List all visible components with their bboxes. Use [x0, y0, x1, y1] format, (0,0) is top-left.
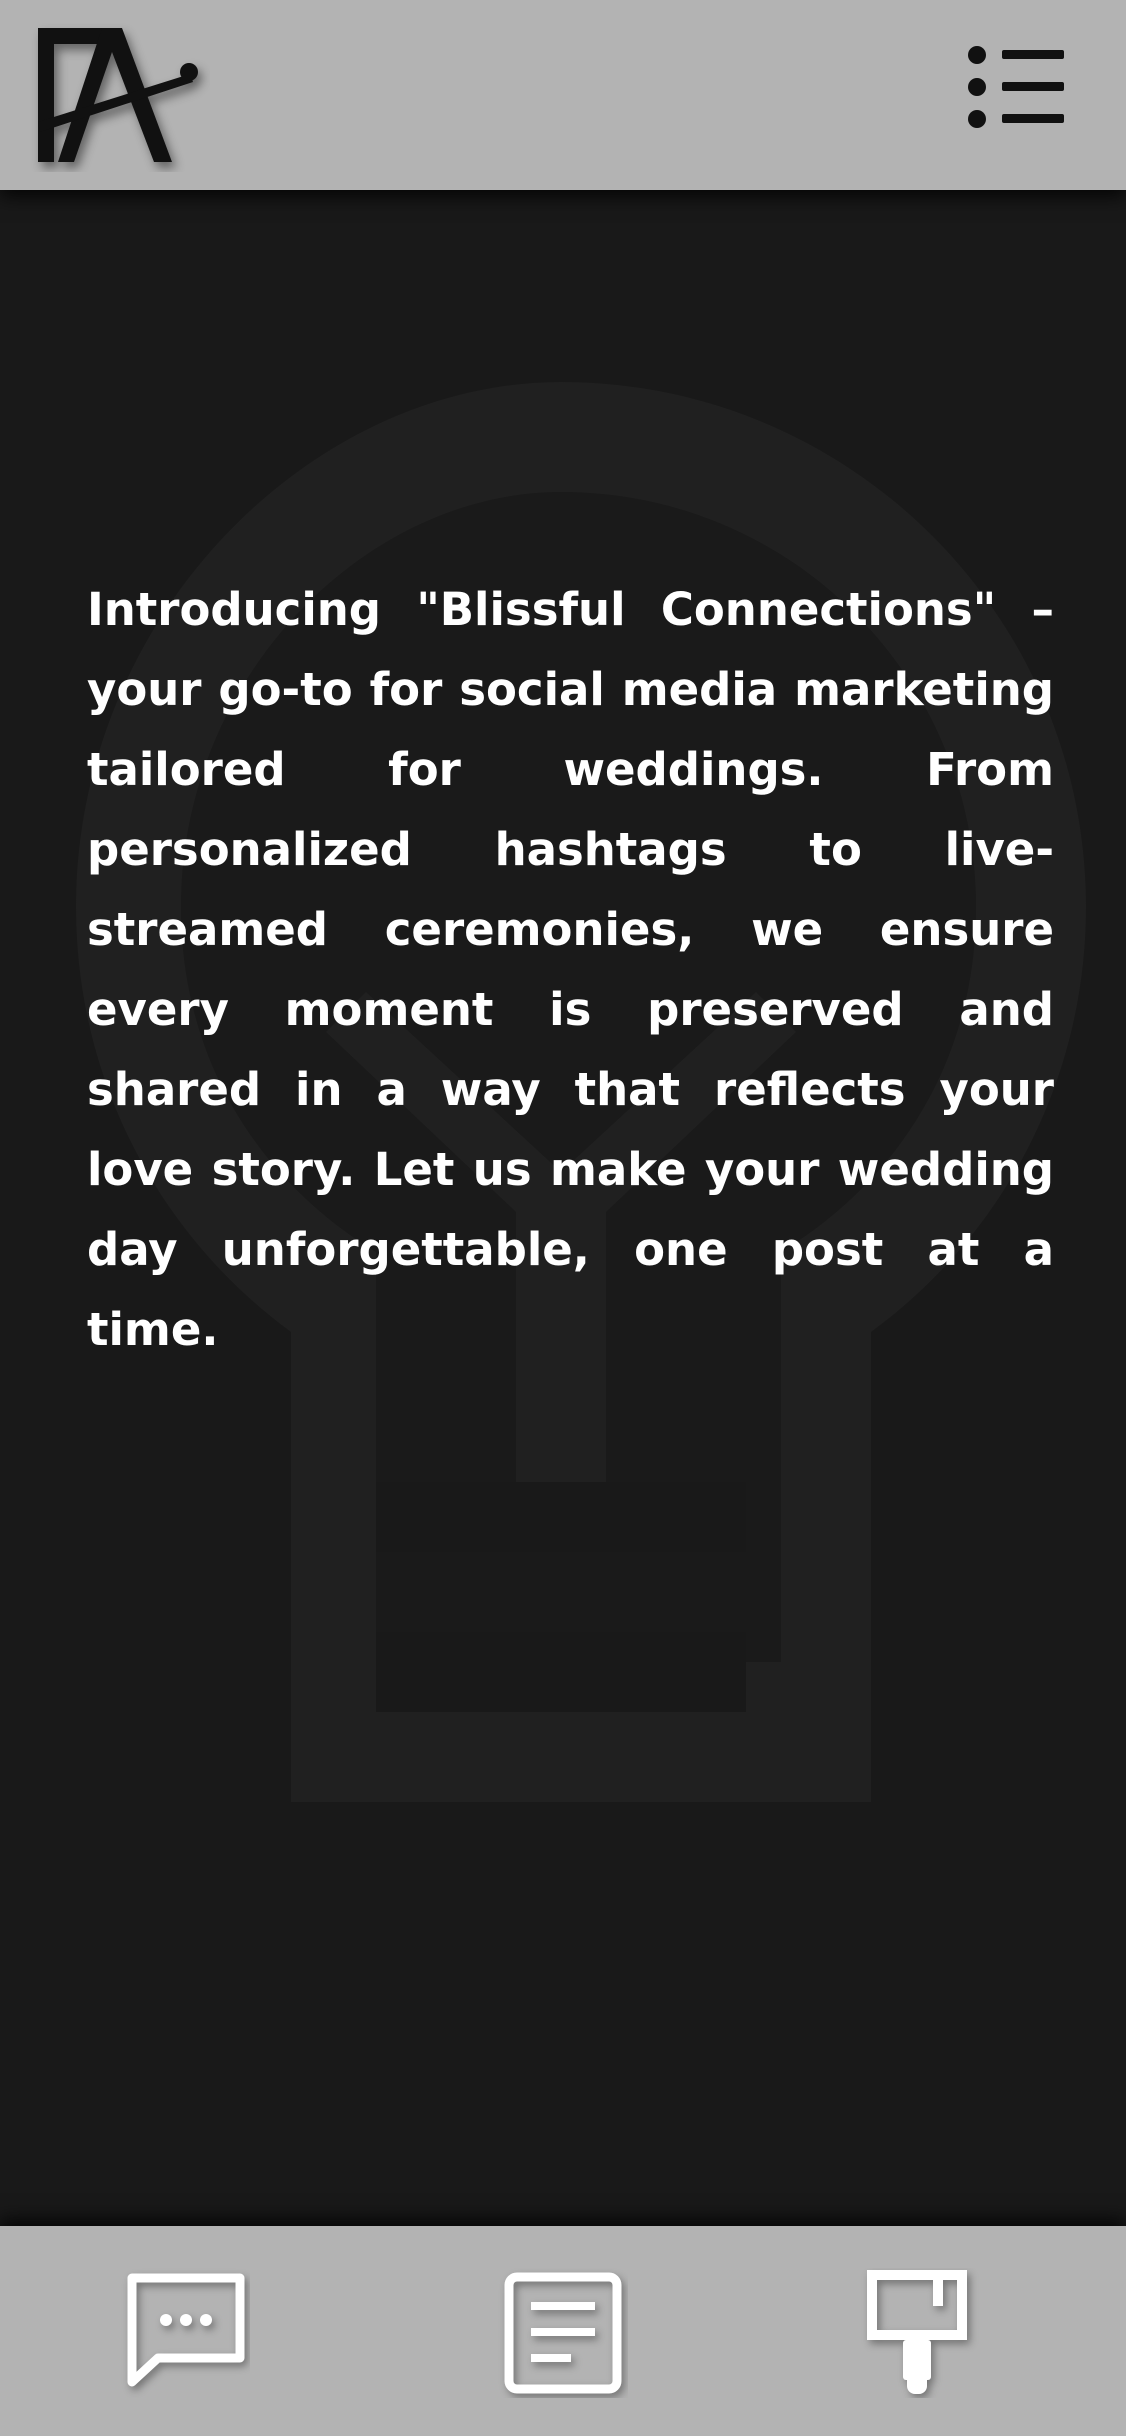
top-bar: [0, 0, 1126, 190]
chat-bubble-icon: [127, 2273, 245, 2387]
nav-brush-button[interactable]: [857, 2268, 987, 2398]
menu-icon: [968, 46, 1064, 128]
fa-monogram-logo-icon: [38, 28, 198, 162]
nav-document-button[interactable]: [498, 2268, 628, 2398]
nav-chat-button[interactable]: [120, 2268, 250, 2398]
fa-logo[interactable]: [30, 22, 210, 172]
main-content: Introducing "Blissful Connections" – you…: [0, 190, 1126, 2226]
intro-paragraph: Introducing "Blissful Connections" – you…: [87, 583, 1054, 1356]
bottom-navigation: [0, 2226, 1126, 2436]
menu-button[interactable]: [960, 40, 1070, 135]
document-icon: [504, 2272, 622, 2394]
paint-brush-icon: [867, 2270, 967, 2394]
